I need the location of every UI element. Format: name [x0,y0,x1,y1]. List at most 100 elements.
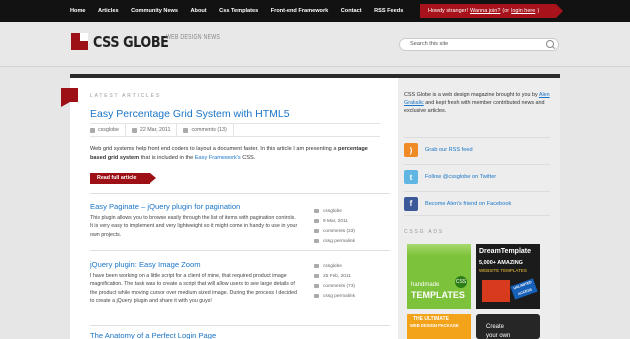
ad-dream-text: WEBSITE TEMPLATES [479,268,527,273]
top-nav: Home Articles Community News About Css T… [70,0,416,22]
easy-framework-link[interactable]: Easy Framework's [195,155,241,161]
meta-comments: comments (13) [177,124,234,136]
post-permalink[interactable]: cssg permalink [314,236,394,246]
post-permalink-label: cssg permalink [323,293,355,299]
post-meta: cssglobe 25 Feb, 2011 comments (73) cssg… [314,261,394,301]
user-icon [314,264,319,268]
ad-leaves-decoration [407,244,471,256]
meta-author: cssglobe [90,124,126,136]
post-permalink-label: cssg permalink [323,238,355,244]
post-excerpt: This plugin allows you to browse easily … [90,215,298,238]
divider [90,193,390,194]
nav-articles[interactable]: Articles [98,8,119,14]
nav-rss-feeds[interactable]: RSS Feeds [374,8,403,14]
post-comments-label: comments (33) [323,228,355,234]
nav-about[interactable]: About [191,8,207,14]
excerpt-text-2: that is included in the [140,155,194,161]
join-link[interactable]: Wanna join? [470,8,500,14]
ad-dream-brand: DreamTemplate [479,248,532,255]
facebook-link[interactable]: f Become Alen's friend on Facebook [404,191,550,216]
facebook-icon: f [404,196,418,211]
site-logo[interactable]: CSS GLOBE [93,33,169,51]
search-input[interactable]: Search this site [399,38,559,51]
rss-feed-link[interactable]: ) Grab our RSS feed [404,137,550,162]
featured-meta: cssglobe 22 Mar, 2011 comments (13) [90,123,380,137]
comment-icon [314,229,319,233]
post-title[interactable]: Easy Paginate – jQuery plugin for pagina… [90,202,240,211]
excerpt-text-3: CSS. [242,155,256,161]
user-icon [90,127,95,133]
post-title[interactable]: The Anatomy of a Perfect Login Page [90,331,216,339]
howdy-close-paren: ) [537,8,540,14]
post-meta: cssglobe 9 Mar, 2011 comments (33) cssg … [314,206,394,246]
calendar-icon [131,127,137,133]
nav-home[interactable]: Home [70,8,86,14]
post-date: 9 Mar, 2011 [314,216,394,226]
twitter-label: Follow @cssglobe on Twitter [425,174,497,180]
login-link[interactable]: login here [511,8,535,14]
logo-mark-icon[interactable] [71,33,88,50]
divider [90,325,390,326]
link-icon [314,239,319,243]
rss-icon: ) [404,143,418,157]
nav-community-news[interactable]: Community News [131,8,178,14]
ad-handmade-label: handmade [411,282,440,288]
user-icon [314,209,319,213]
howdy-text: Howdy stranger! [428,8,469,14]
twitter-link[interactable]: t Follow @cssglobe on Twitter [404,164,550,189]
ad-ultimate-2: WEB DESIGN PACKAGE [410,323,459,328]
read-full-article-button[interactable]: Read full article [90,173,156,184]
howdy-banner: Howdy stranger! Wanna join? (or login he… [420,4,563,18]
featured-excerpt: Web grid systems help front end coders t… [90,145,382,163]
link-icon [314,294,319,298]
date-text: 22 Mar, 2011 [139,127,171,133]
post-date: 25 Feb, 2011 [314,271,394,281]
nav-css-templates[interactable]: Css Templates [219,8,258,14]
post-permalink[interactable]: cssg permalink [314,291,394,301]
ad-create-2: your own [486,333,511,339]
ad-ultimate-1: THE ULTIMATE [413,316,449,322]
post-comments[interactable]: comments (73) [314,281,394,291]
calendar-icon [314,274,319,278]
howdy-or: (or [502,8,510,14]
ad-templates-label: TEMPLATES [411,290,465,300]
bookmark-ribbon-icon [61,88,78,107]
author-link[interactable]: cssglobe [98,127,119,133]
nav-front-end-framework[interactable]: Front-end Framework [271,8,329,14]
divider [90,250,390,251]
about-text-1: CSS Globe is a web design magazine broug… [404,92,538,98]
post-date-label: 9 Mar, 2011 [323,218,348,224]
comment-icon [183,127,189,133]
ad-dream-badge: UNLIMITED ACCESS [510,278,538,300]
post-excerpt: I have been working on a little script f… [90,273,297,305]
twitter-icon: t [404,170,418,184]
post-author-label: cssglobe [323,263,342,269]
featured-article-title[interactable]: Easy Percentage Grid System with HTML5 [90,108,290,120]
comment-icon [314,284,319,288]
dreamtemplate-ad[interactable]: DreamTemplate 5,000+ AMAZING WEBSITE TEM… [476,244,540,309]
post-author-label: cssglobe [323,208,342,214]
post-author[interactable]: cssglobe [314,261,394,271]
ad-css-badge: CSS [455,276,467,288]
handmade-templates-ad[interactable]: handmade TEMPLATES CSS [407,244,471,309]
facebook-label: Become Alen's friend on Facebook [425,200,512,207]
create-ad[interactable]: Create your own [476,314,540,339]
calendar-icon [314,219,319,223]
post-comments[interactable]: comments (33) [314,226,394,236]
post-date-label: 25 Feb, 2011 [323,273,351,279]
meta-date: 22 Mar, 2011 [126,124,178,136]
post-comments-label: comments (73) [323,283,355,289]
search-icon[interactable] [546,40,554,48]
site-tagline: WEB DESIGN NEWS [166,34,221,41]
ads-label: CSSG ADS [404,229,444,235]
latest-articles-label: LATEST ARTICLES [90,93,161,99]
comments-link[interactable]: comments (13) [191,127,226,133]
ad-dream-amount: 5,000+ AMAZING [479,260,523,266]
ad-create-1: Create [486,324,505,330]
post-title[interactable]: jQuery plugin: Easy Image Zoom [90,260,201,269]
nav-contact[interactable]: Contact [341,8,362,14]
ultimate-package-ad[interactable]: THE ULTIMATE WEB DESIGN PACKAGE [407,314,471,339]
post-author[interactable]: cssglobe [314,206,394,216]
about-text: CSS Globe is a web design magazine broug… [404,92,550,115]
about-text-2: and kept fresh with member contributed n… [404,99,545,114]
